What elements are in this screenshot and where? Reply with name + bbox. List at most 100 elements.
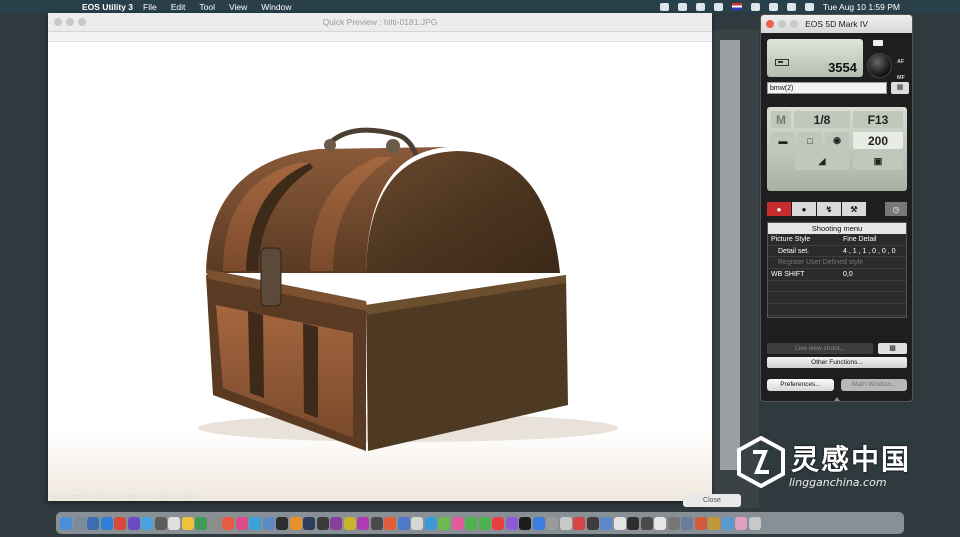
mail-icon[interactable]: [100, 516, 113, 530]
trash-icon[interactable]: [748, 516, 761, 530]
creative-cloud-icon[interactable]: [677, 2, 687, 11]
menubar-clock[interactable]: Tue Aug 10 1:59 PM: [823, 2, 900, 12]
other-functions-dropdown[interactable]: Other Functions...: [767, 357, 907, 368]
battery-icon[interactable]: [750, 2, 760, 11]
menu-file[interactable]: File: [143, 2, 157, 12]
shutter-speed[interactable]: 1/8: [794, 111, 850, 128]
camera-settings-button[interactable]: ▦: [891, 82, 909, 94]
app-icon[interactable]: [573, 516, 585, 530]
flash-tab[interactable]: ↯: [817, 202, 841, 216]
app-icon[interactable]: [168, 516, 180, 530]
app-icon[interactable]: [438, 516, 450, 530]
preferences-button[interactable]: Preferences...: [767, 379, 834, 391]
live-view-shoot-button[interactable]: Live view shoot...: [767, 343, 873, 354]
zoom-window-icon[interactable]: [790, 20, 798, 28]
app-icon[interactable]: [235, 516, 248, 530]
app-icon[interactable]: [654, 516, 666, 530]
app-icon[interactable]: [424, 516, 437, 530]
close-button[interactable]: Close: [683, 494, 741, 507]
minimize-window-icon[interactable]: [778, 20, 786, 28]
messages-icon[interactable]: [465, 516, 477, 530]
app-icon[interactable]: [262, 516, 275, 530]
app-icon[interactable]: [208, 516, 221, 530]
app-icon[interactable]: [357, 516, 369, 530]
zoom-window-icon[interactable]: [78, 18, 86, 26]
safari-icon[interactable]: [87, 516, 99, 530]
tools-tab[interactable]: ⚒: [842, 202, 866, 216]
iso-speed[interactable]: 200: [853, 132, 903, 149]
sync-icon[interactable]: [695, 2, 705, 11]
notes-icon[interactable]: [181, 516, 194, 530]
app-icon[interactable]: [708, 516, 720, 530]
app-icon[interactable]: [330, 516, 342, 530]
wifi-icon[interactable]: [768, 2, 778, 11]
menu-row-wb-shift[interactable]: WB SHIFT 0,0: [768, 269, 906, 281]
exposure-comp-icon[interactable]: ▬: [771, 132, 795, 149]
podcasts-icon[interactable]: [505, 516, 518, 530]
finder-icon[interactable]: [60, 516, 72, 530]
picture-destination-icon[interactable]: ▣: [853, 153, 903, 170]
close-window-icon[interactable]: [54, 18, 62, 26]
app-icon[interactable]: [397, 516, 410, 530]
minimize-window-icon[interactable]: [66, 18, 74, 26]
metering-icon[interactable]: ◉: [825, 132, 849, 149]
app-icon[interactable]: [127, 516, 140, 530]
app-icon[interactable]: [195, 516, 207, 530]
launchpad-icon[interactable]: [73, 516, 86, 530]
photoshop-icon[interactable]: [276, 516, 288, 530]
app-icon[interactable]: [451, 516, 464, 530]
main-window-button[interactable]: Main Window...: [841, 379, 907, 391]
menu-row-register-style[interactable]: Register User Defined style: [768, 257, 906, 270]
chrome-icon[interactable]: [114, 516, 126, 530]
facetime-icon[interactable]: [478, 516, 491, 530]
tv-icon[interactable]: [519, 516, 531, 530]
lightroom-icon[interactable]: [303, 516, 315, 530]
menu-row-picture-style[interactable]: Picture Style Fine Detail: [768, 234, 906, 246]
app-icon[interactable]: [141, 516, 153, 530]
stop-icon[interactable]: [659, 2, 669, 11]
app-icon[interactable]: [411, 516, 423, 530]
app-store-icon[interactable]: [532, 516, 545, 530]
owner-name-field[interactable]: bmw(2): [767, 82, 887, 94]
app-icon[interactable]: [249, 516, 261, 530]
app-icon[interactable]: [600, 516, 612, 530]
app-icon[interactable]: [627, 516, 639, 530]
drive-mode-icon[interactable]: □: [798, 132, 822, 149]
bluetooth-icon[interactable]: [713, 2, 723, 11]
app-icon[interactable]: [559, 516, 572, 530]
menu-view[interactable]: View: [229, 2, 247, 12]
timer-tab[interactable]: ◷: [885, 202, 907, 216]
camera-settings-tab[interactable]: ●: [792, 202, 816, 216]
illustrator-icon[interactable]: [289, 516, 302, 530]
app-icon[interactable]: [667, 516, 680, 530]
calendar-icon[interactable]: [222, 516, 234, 530]
quick-preview-titlebar[interactable]: Quick Preview : hilti-0181.JPG: [48, 13, 712, 32]
aperture[interactable]: F13: [853, 111, 903, 128]
menu-tool[interactable]: Tool: [199, 2, 215, 12]
camera-panel-titlebar[interactable]: EOS 5D Mark IV: [761, 15, 912, 33]
app-icon[interactable]: [384, 516, 396, 530]
app-icon[interactable]: [640, 516, 653, 530]
input-source-flag-icon[interactable]: [731, 3, 742, 10]
system-preferences-icon[interactable]: [546, 516, 558, 530]
muse-icon[interactable]: [343, 516, 356, 530]
menu-row-detail-set[interactable]: Detail set. 4 , 1 , 1 , 0 , 0 , 0: [768, 246, 906, 258]
app-icon[interactable]: [613, 516, 626, 530]
app-icon[interactable]: [154, 516, 167, 530]
app-icon[interactable]: [694, 516, 707, 530]
app-icon[interactable]: [586, 516, 599, 530]
menu-window[interactable]: Window: [261, 2, 291, 12]
power-dial[interactable]: [867, 53, 892, 78]
bridge-icon[interactable]: [316, 516, 329, 530]
spotlight-search-icon[interactable]: [786, 2, 796, 11]
music-icon[interactable]: [492, 516, 504, 530]
remote-live-view-icon[interactable]: ▩: [878, 343, 907, 354]
control-center-icon[interactable]: [804, 2, 814, 11]
shooting-tab[interactable]: ●: [767, 202, 791, 216]
app-icon[interactable]: [721, 516, 734, 530]
downloads-folder-icon[interactable]: [735, 516, 747, 530]
app-icon[interactable]: [681, 516, 693, 530]
app-icon[interactable]: [370, 516, 383, 530]
menu-edit[interactable]: Edit: [171, 2, 186, 12]
expand-triangle-icon[interactable]: [834, 397, 840, 401]
